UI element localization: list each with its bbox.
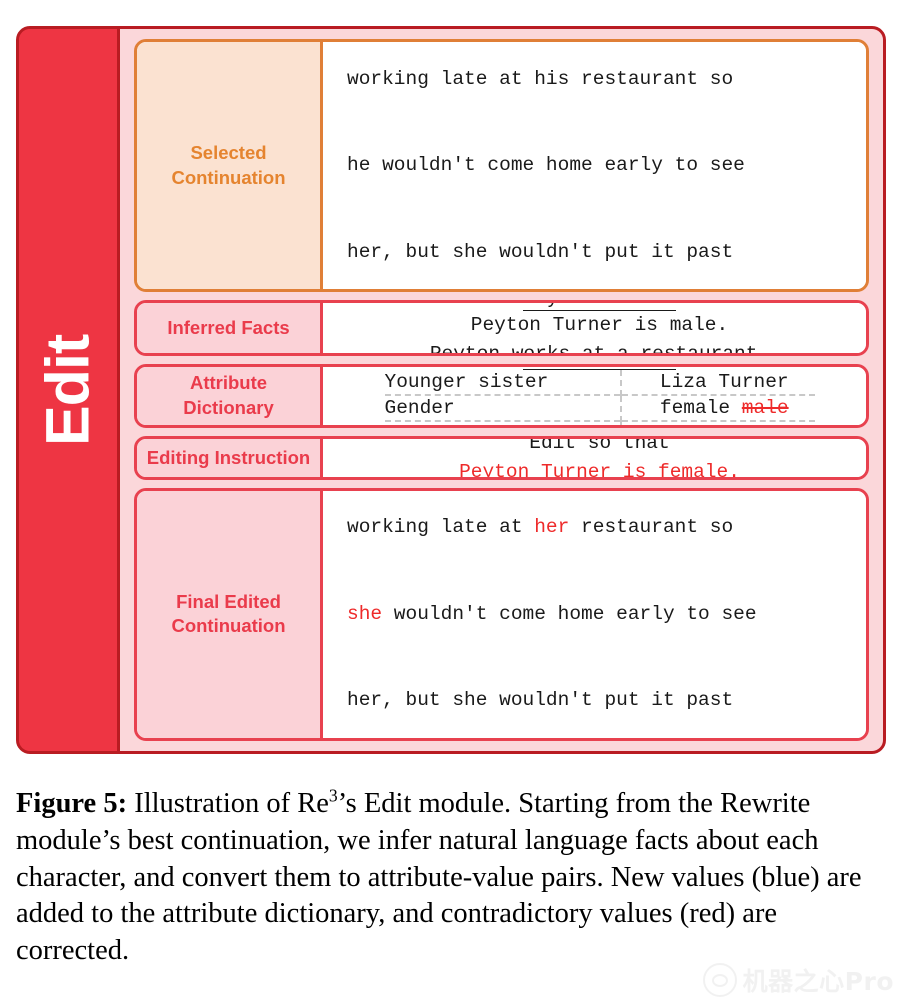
caption-text-part-1: Illustration of Re bbox=[127, 788, 329, 819]
inferred-fact-item: Peyton Turner is male. bbox=[470, 314, 729, 337]
row-label-selected-continuation: Selected Continuation bbox=[137, 42, 323, 290]
row-body-selected-continuation: She knew Peyton was probably working lat… bbox=[323, 42, 866, 290]
row-label-editing-instruction: Editing Instruction bbox=[137, 438, 323, 477]
final-line: her, but she wouldn't put it past bbox=[347, 686, 852, 715]
row-label-attribute-dictionary: Attribute Dictionary bbox=[137, 366, 323, 425]
final-edited-continuation-text: She knew Peyton was probably working lat… bbox=[347, 491, 852, 738]
row-inferred-facts: Inferred Facts Peyton Turner Peyton Turn… bbox=[134, 300, 869, 356]
attribute-dictionary-character-header: Peyton Turner bbox=[347, 366, 852, 370]
final-line-post: restaurant so bbox=[569, 516, 734, 539]
watermark-text: 机器之心Pro bbox=[742, 967, 894, 996]
table-row: Younger sister Liza Turner bbox=[384, 369, 815, 395]
final-line-edit: she bbox=[347, 602, 383, 625]
continuation-line: her, but she wouldn't put it past bbox=[347, 240, 734, 263]
row-final-edited-continuation: Final Edited Continuation She knew Peyto… bbox=[134, 487, 869, 741]
caption-superscript: 3 bbox=[328, 785, 338, 806]
final-line: she wouldn't come home early to see bbox=[347, 600, 852, 629]
final-line-edit: her bbox=[534, 516, 570, 539]
attribute-value: Liza Turner bbox=[659, 370, 789, 393]
row-body-final-edited-continuation: She knew Peyton was probably working lat… bbox=[323, 490, 866, 738]
row-editing-instruction: Editing Instruction Edit so that Peyton … bbox=[134, 435, 869, 480]
edit-module-rail: Edit bbox=[19, 29, 120, 751]
attribute-value: restaurant bbox=[666, 423, 783, 425]
final-line-pre: her, but she wouldn't put it past bbox=[347, 689, 734, 712]
row-selected-continuation: Selected Continuation She knew Peyton wa… bbox=[134, 39, 869, 293]
attribute-value-cell: restaurant bbox=[621, 419, 815, 425]
table-row: Gender female male bbox=[384, 393, 815, 421]
figure-panel: Edit Selected Continuation She knew Peyt… bbox=[16, 26, 886, 754]
edit-module-label: Edit bbox=[33, 334, 102, 446]
row-label-final-edited-continuation: Final Edited Continuation bbox=[137, 490, 323, 738]
row-attribute-dictionary: Attribute Dictionary Peyton Turner Young… bbox=[134, 363, 869, 428]
attribute-old-value: male bbox=[741, 396, 789, 419]
attribute-key: Younger sister bbox=[384, 369, 622, 395]
figure-rows-area: Selected Continuation She knew Peyton wa… bbox=[120, 29, 883, 751]
continuation-line: he wouldn't come home early to see bbox=[347, 154, 745, 177]
row-body-editing-instruction: Edit so that Peyton Turner is female. bbox=[323, 439, 866, 477]
row-body-attribute-dictionary: Peyton Turner Younger sister Liza Turner… bbox=[323, 366, 866, 425]
attribute-value-cell: female male bbox=[621, 393, 815, 421]
attribute-key: Gender bbox=[384, 393, 622, 421]
inferred-facts-character-header: Peyton Turner bbox=[347, 303, 852, 312]
table-row: Workplace restaurant bbox=[384, 419, 815, 425]
inferred-fact-item: Peyton works at a restaurant. bbox=[429, 343, 770, 356]
row-label-inferred-facts: Inferred Facts bbox=[137, 303, 323, 353]
attribute-key: Workplace bbox=[384, 419, 622, 425]
weibo-watermark: 机器之心Pro bbox=[702, 962, 894, 998]
caption-figure-label: Figure 5: bbox=[16, 788, 128, 819]
row-body-inferred-facts: Peyton Turner Peyton Turner is male. Pey… bbox=[323, 303, 866, 353]
final-line: working late at her restaurant so bbox=[347, 513, 852, 542]
final-line-pre: working late at bbox=[347, 516, 535, 539]
figure-caption: Figure 5: Illustration of Re3’s Edit mod… bbox=[16, 786, 888, 970]
attribute-table: Younger sister Liza Turner Gender female… bbox=[384, 369, 815, 425]
character-name: Peyton Turner bbox=[523, 303, 676, 312]
editing-instruction-line-1: Edit so that bbox=[529, 435, 670, 454]
continuation-line: working late at his restaurant so bbox=[347, 67, 734, 90]
weibo-logo-icon bbox=[702, 963, 737, 997]
attribute-value: female bbox=[659, 396, 731, 419]
final-line-post: wouldn't come home early to see bbox=[382, 602, 757, 625]
attribute-value-cell: Liza Turner bbox=[621, 370, 815, 395]
editing-instruction-line-2: Peyton Turner is female. bbox=[459, 460, 740, 480]
selected-continuation-text: She knew Peyton was probably working lat… bbox=[347, 42, 852, 289]
